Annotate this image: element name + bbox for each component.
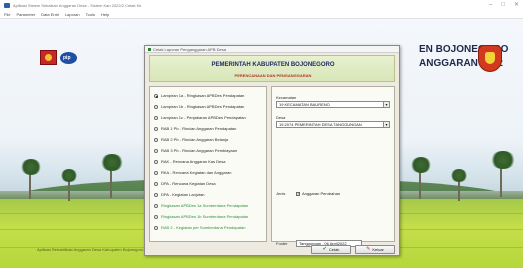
header-title: PEMERINTAH KABUPATEN BOJONEGORO: [211, 62, 335, 68]
radio-button[interactable]: [154, 104, 158, 109]
report-parameters-panel: Kecamatan 19 KECAMATAN BAURENO ▾ Desa 19…: [271, 86, 395, 247]
menu-tools[interactable]: Tools: [86, 12, 95, 17]
minimize-button[interactable]: –: [489, 1, 492, 9]
report-option[interactable]: RAB 1 Pb - Rincian Anggaran Pendapatan: [154, 126, 236, 131]
desa-label: Desa: [276, 115, 286, 120]
chevron-down-icon[interactable]: ▾: [383, 102, 389, 107]
radio-button[interactable]: [154, 126, 158, 131]
radio-button[interactable]: [154, 214, 158, 219]
report-option[interactable]: Lampiran 1c - Penjabaran APBDes Pendapat…: [154, 115, 246, 120]
report-option[interactable]: Ringkasan APBDes 1b Sumberdana Pendapata…: [154, 214, 248, 219]
report-option[interactable]: Lampiran 1a - Ringkasan APBDes Pendapata…: [154, 93, 244, 98]
report-option[interactable]: RAB 3 Pb - Rincian Anggaran Pembiayaan: [154, 148, 237, 153]
report-option[interactable]: RAB 2 Pb - Rincian Anggaran Belanja: [154, 137, 228, 142]
radio-button[interactable]: [154, 225, 158, 230]
pip-logo: pip: [60, 52, 77, 64]
window-controls: – □ ✕: [489, 1, 519, 9]
radio-button[interactable]: [154, 181, 158, 186]
report-option[interactable]: DPA - Kegiatan Lanjutan: [154, 192, 205, 197]
keluar-button[interactable]: ✎ Keluar: [355, 245, 395, 254]
menu-parameter[interactable]: Parameter: [16, 12, 35, 17]
exit-icon: ✎: [366, 246, 371, 252]
radio-button[interactable]: [154, 93, 158, 98]
desa-select[interactable]: 19.2074 PEMERINTAH DESA TANGGUNGAN ▾: [276, 121, 390, 128]
menu-laporan[interactable]: Laporan: [65, 12, 80, 17]
radio-button[interactable]: [154, 203, 158, 208]
garuda-logo: [40, 50, 57, 65]
jenis-label: Jenis: [276, 191, 286, 196]
app-icon: [4, 2, 10, 8]
report-option[interactable]: Lampiran 1b - Ringkasan APBDes Pendapata…: [154, 104, 244, 109]
maximize-button[interactable]: □: [501, 1, 505, 9]
radio-button[interactable]: [154, 137, 158, 142]
checkbox[interactable]: [296, 191, 300, 196]
report-options-panel: Lampiran 1a - Ringkasan APBDes Pendapata…: [149, 86, 267, 242]
dialog-header: PEMERINTAH KABUPATEN BOJONEGORO PERENCAN…: [149, 55, 395, 82]
radio-button[interactable]: [154, 148, 158, 153]
dialog-titlebar: Cetak Laporan Penganggaran APB Desa: [145, 46, 399, 53]
radio-button[interactable]: [154, 159, 158, 164]
anggaran-perubahan-checkbox[interactable]: Anggaran Perubahan: [296, 191, 340, 196]
kecamatan-select[interactable]: 19 KECAMATAN BAURENO ▾: [276, 101, 390, 108]
footer-label: Footer: [276, 241, 288, 246]
print-report-dialog: Cetak Laporan Penganggaran APB Desa PEME…: [144, 45, 400, 256]
dialog-icon: [148, 47, 151, 51]
header-subtitle: PERENCANAAN DAN PENGANGGARAN: [234, 73, 312, 78]
menu-bar: File Parameter Data Entri Laporan Tools …: [0, 10, 523, 19]
radio-button[interactable]: [154, 170, 158, 175]
close-button[interactable]: ✕: [514, 1, 519, 9]
menu-file[interactable]: File: [4, 12, 10, 17]
checkmark-icon: ✔: [322, 246, 327, 252]
app-title: Aplikasi Sistem Sebaikan Anggaran Desa -…: [13, 2, 142, 8]
kecamatan-label: Kecamatan: [276, 95, 297, 100]
report-option[interactable]: DPA - Rencana Kegiatan Desa: [154, 181, 216, 186]
chevron-down-icon[interactable]: ▾: [383, 122, 389, 127]
cetak-button[interactable]: ✔ Cetak: [311, 245, 351, 254]
radio-button[interactable]: [154, 115, 158, 120]
dialog-title: Cetak Laporan Penganggaran APB Desa: [153, 46, 226, 52]
report-option[interactable]: RAK - Rencana Anggaran Kas Desa: [154, 159, 225, 164]
menu-data-entri[interactable]: Data Entri: [41, 12, 59, 17]
menu-help[interactable]: Help: [101, 12, 109, 17]
report-option[interactable]: RAB 2 - Kegiatan per Sumberdana Pendapat…: [154, 225, 246, 230]
bojonegoro-crest-logo: [478, 45, 502, 72]
report-option[interactable]: Ringkasan APBDes 1a Sumberdana Pendapata…: [154, 203, 248, 208]
app-titlebar: Aplikasi Sistem Sebaikan Anggaran Desa -…: [0, 0, 523, 10]
report-option[interactable]: RKA - Rencana Kegiatan dan Anggaran: [154, 170, 232, 175]
radio-button[interactable]: [154, 192, 158, 197]
